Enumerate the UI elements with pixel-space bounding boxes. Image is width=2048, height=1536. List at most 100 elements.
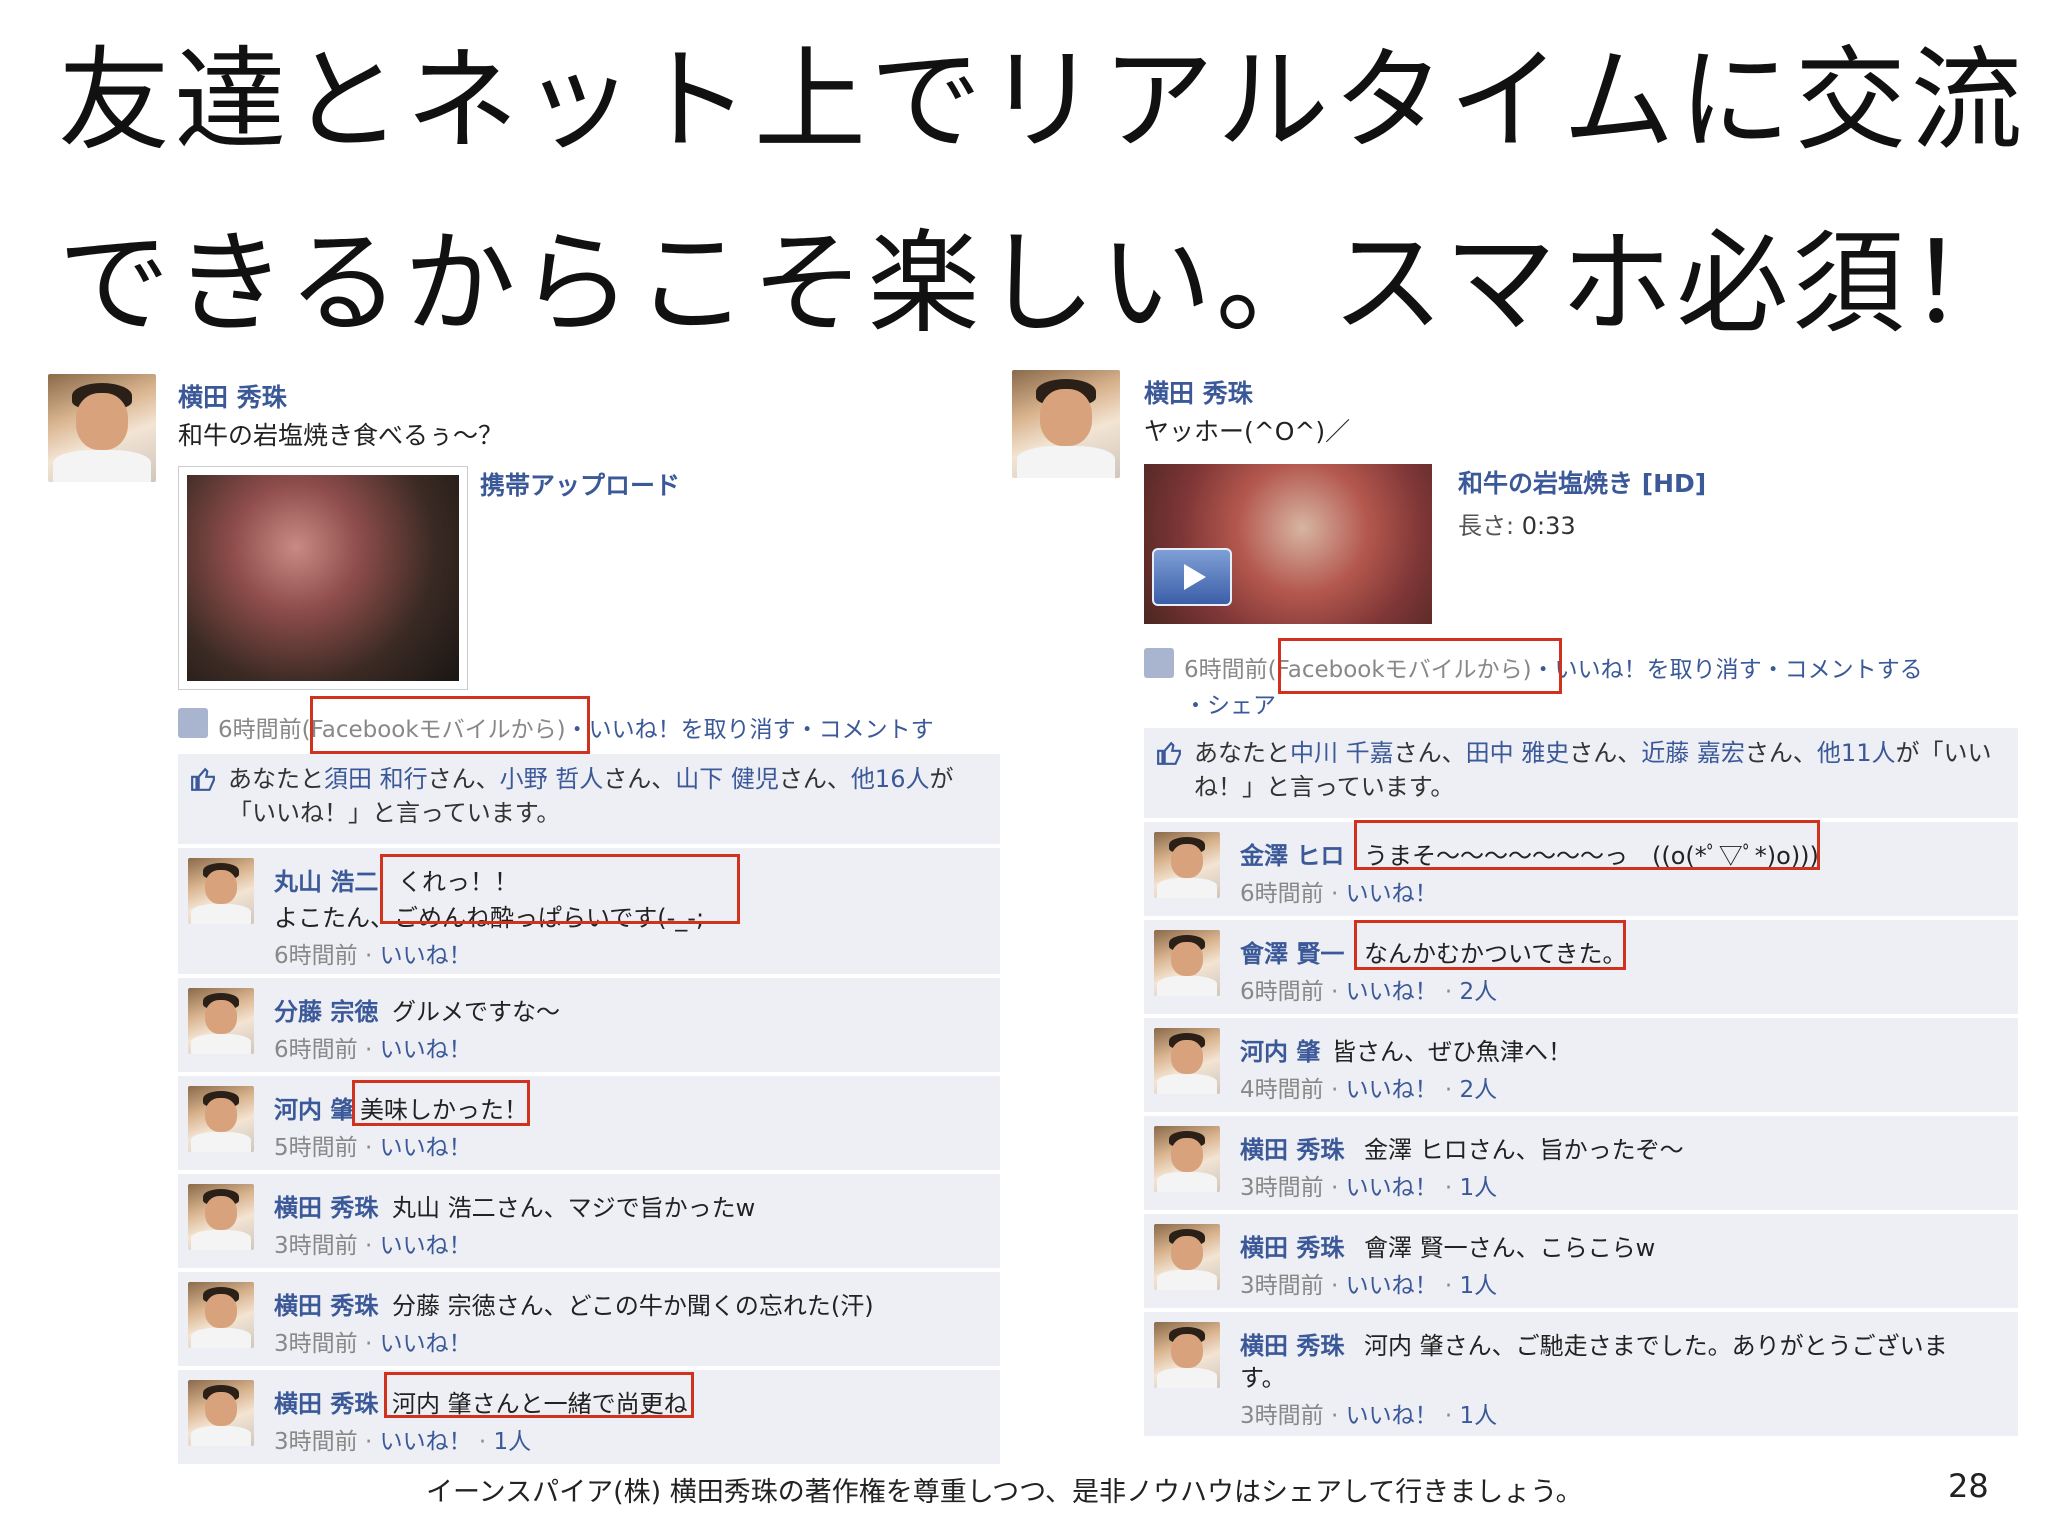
like-count[interactable]: 1人 — [494, 1429, 532, 1455]
comment-meta: 3時間前 · いいね！ · 1人 — [1240, 1273, 1498, 1299]
likes-prefix: あなたと — [1194, 739, 1290, 767]
comment-time[interactable]: 3時間前 — [274, 1331, 358, 1357]
likes-others[interactable]: 他11人 — [1817, 739, 1896, 767]
commenter-name[interactable]: 丸山 浩二 — [274, 862, 378, 897]
likes-prefix: あなたと — [228, 765, 324, 793]
share-link[interactable]: ・シェア — [1184, 693, 1276, 719]
comment-meta: 3時間前 · いいね！ · 1人 — [1240, 1403, 1498, 1429]
video-thumbnail[interactable] — [1144, 464, 1432, 624]
comment-like[interactable]: いいね！ — [1346, 1175, 1438, 1201]
comment-item: 横田 秀珠 河内 肇さんと一緒で尚更ね 3時間前 · いいね！ · 1人 — [178, 1370, 1000, 1464]
liker-name[interactable]: 山下 健児 — [675, 765, 779, 793]
post-author[interactable]: 横田 秀珠 — [178, 378, 287, 414]
comment-time[interactable]: 5時間前 — [274, 1135, 358, 1161]
comment-like[interactable]: いいね！ — [380, 1233, 472, 1259]
comment-meta: 3時間前 · いいね！ — [274, 1331, 472, 1357]
commenter-name[interactable]: 金澤 ヒロ — [1240, 836, 1344, 871]
post-author[interactable]: 横田 秀珠 — [1144, 374, 1253, 410]
post-time[interactable]: 6時間前 — [1184, 657, 1268, 683]
commenter-avatar[interactable] — [188, 1282, 254, 1348]
post-actions[interactable]: ・いいね！を取り消す・コメントする — [1532, 657, 1923, 683]
comment-item: 横田 秀珠 會澤 賢一さん、こらこらw 3時間前 · いいね！ · 1人 — [1144, 1214, 2018, 1308]
comment-time[interactable]: 3時間前 — [274, 1429, 358, 1455]
comment-item: 横田 秀珠 河内 肇さん、ご馳走さまでした。ありがとうございま す。 3時間前 … — [1144, 1312, 2018, 1436]
slide-footer: イーンスパイア(株) 横田秀珠の著作権を尊重しつつ、是非ノウハウはシェアして行き… — [426, 1477, 1583, 1508]
post-actions[interactable]: ・いいね！を取り消す・コメントす — [566, 717, 934, 743]
mobile-upload-icon — [178, 708, 208, 738]
like-count[interactable]: 1人 — [1460, 1273, 1498, 1299]
comment-time[interactable]: 6時間前 — [1240, 881, 1324, 907]
commenter-name[interactable]: 横田 秀珠 — [1240, 1228, 1344, 1263]
author-avatar[interactable] — [1012, 370, 1120, 478]
like-count[interactable]: 1人 — [1460, 1175, 1498, 1201]
comment-time[interactable]: 6時間前 — [1240, 979, 1324, 1005]
comment-like[interactable]: いいね！ — [1346, 1077, 1438, 1103]
comment-text: 河内 肇さん、ご馳走さまでした。ありがとうございま — [1364, 1332, 1948, 1360]
liker-name[interactable]: 中川 千嘉 — [1290, 739, 1394, 767]
liker-name[interactable]: 田中 雅史 — [1466, 739, 1570, 767]
comment-time[interactable]: 4時間前 — [1240, 1077, 1324, 1103]
author-avatar[interactable] — [48, 374, 156, 482]
comment-like[interactable]: いいね！ — [380, 1037, 472, 1063]
comment-time[interactable]: 6時間前 — [274, 943, 358, 969]
commenter-name[interactable]: 横田 秀珠 — [274, 1188, 378, 1223]
comment-time[interactable]: 3時間前 — [1240, 1273, 1324, 1299]
comment-like[interactable]: いいね！ — [1346, 881, 1438, 907]
video-title[interactable]: 和牛の岩塩焼き [HD] — [1458, 464, 1706, 500]
commenter-name[interactable]: 分藤 宗徳 — [274, 992, 378, 1027]
comment-like[interactable]: いいね！ — [380, 943, 472, 969]
comment-meta: 4時間前 · いいね！ · 2人 — [1240, 1077, 1498, 1103]
post-photo[interactable] — [178, 466, 468, 690]
liker-name[interactable]: 須田 和行 — [324, 765, 428, 793]
comment-item: 河内 肇 皆さん、ぜひ魚津へ！ 4時間前 · いいね！ · 2人 — [1144, 1018, 2018, 1112]
commenter-name[interactable]: 横田 秀珠 — [274, 1286, 378, 1321]
comment-like[interactable]: いいね！ — [1346, 1403, 1438, 1429]
post-via[interactable]: (Facebookモバイルから) — [1268, 657, 1532, 683]
comment-like[interactable]: いいね！ — [380, 1135, 472, 1161]
comment-time[interactable]: 3時間前 — [1240, 1403, 1324, 1429]
right-facebook-post: 横田 秀珠 ヤッホー(^O^)／ 和牛の岩塩焼き [HD] 長さ: 0:33 6… — [1008, 366, 2018, 1456]
comment-like[interactable]: いいね！ — [1346, 979, 1438, 1005]
post-message: ヤッホー(^O^)／ — [1144, 417, 1351, 446]
post-meta: 6時間前(Facebookモバイルから)・いいね！を取り消す・コメントする — [1184, 650, 1923, 684]
likes-others[interactable]: 他16人 — [851, 765, 930, 793]
commenter-avatar[interactable] — [1154, 832, 1220, 898]
commenter-avatar[interactable] — [188, 1184, 254, 1250]
comment-text: うまそ～～～～～～～っ ((o(*ﾟ▽ﾟ*)o))) — [1364, 842, 1819, 870]
comment-item: 丸山 浩二 くれっ！！ よこたん、ごめんね酔っぱらいです(-_-; 6時間前 ·… — [178, 848, 1000, 974]
liker-name[interactable]: 小野 哲人 — [500, 765, 604, 793]
commenter-name[interactable]: 河内 肇 — [274, 1090, 354, 1125]
comment-like[interactable]: いいね！ — [380, 1331, 472, 1357]
comment-time[interactable]: 3時間前 — [274, 1233, 358, 1259]
video-length-label: 長さ: — [1458, 512, 1515, 540]
like-count[interactable]: 2人 — [1460, 1077, 1498, 1103]
post-via[interactable]: (Facebookモバイルから) — [302, 717, 566, 743]
comment-time[interactable]: 6時間前 — [274, 1037, 358, 1063]
commenter-name[interactable]: 河内 肇 — [1240, 1032, 1320, 1067]
commenter-name[interactable]: 會澤 賢一 — [1240, 934, 1344, 969]
attachment-label[interactable]: 携帯アップロード — [480, 466, 680, 502]
commenter-avatar[interactable] — [1154, 1224, 1220, 1290]
like-count[interactable]: 1人 — [1460, 1403, 1498, 1429]
commenter-avatar[interactable] — [1154, 930, 1220, 996]
commenter-avatar[interactable] — [188, 988, 254, 1054]
liker-name[interactable]: 近藤 嘉宏 — [1641, 739, 1745, 767]
commenter-avatar[interactable] — [188, 858, 254, 924]
likes-summary: あなたと中川 千嘉さん、田中 雅史さん、近藤 嘉宏さん、他11人が「いいね！」と… — [1144, 728, 2018, 818]
post-time[interactable]: 6時間前 — [218, 717, 302, 743]
comment-text: 河内 肇さんと一緒で尚更ね — [392, 1390, 688, 1418]
comment-like[interactable]: いいね！ — [1346, 1273, 1438, 1299]
play-icon[interactable] — [1152, 548, 1232, 606]
commenter-avatar[interactable] — [1154, 1126, 1220, 1192]
commenter-avatar[interactable] — [1154, 1322, 1220, 1388]
comment-time[interactable]: 3時間前 — [1240, 1175, 1324, 1201]
commenter-avatar[interactable] — [188, 1086, 254, 1152]
commenter-name[interactable]: 横田 秀珠 — [274, 1384, 378, 1419]
comment-text-line2: よこたん、ごめんね酔っぱらいです(-_-; — [274, 904, 705, 932]
commenter-name[interactable]: 横田 秀珠 — [1240, 1130, 1344, 1165]
commenter-avatar[interactable] — [188, 1380, 254, 1446]
like-count[interactable]: 2人 — [1460, 979, 1498, 1005]
commenter-avatar[interactable] — [1154, 1028, 1220, 1094]
comment-like[interactable]: いいね！ — [380, 1429, 472, 1455]
commenter-name[interactable]: 横田 秀珠 — [1240, 1326, 1344, 1361]
